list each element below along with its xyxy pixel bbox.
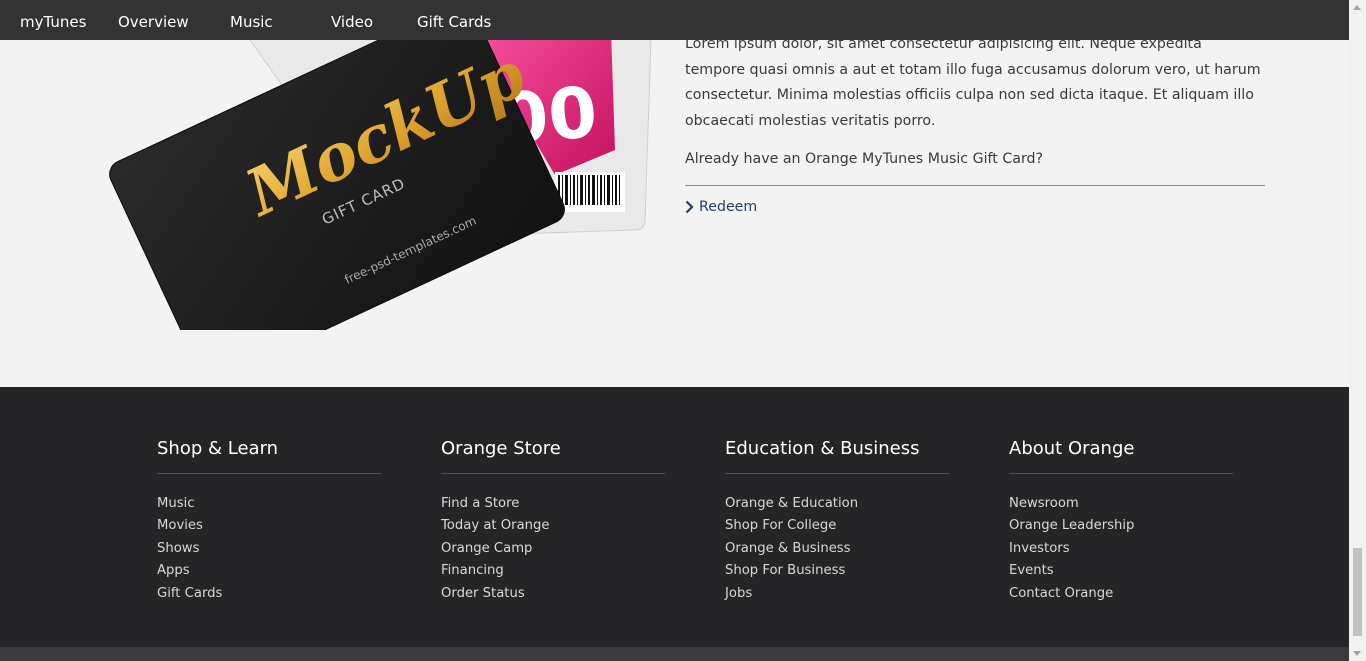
footer-link-orange-education[interactable]: Orange & Education bbox=[725, 493, 949, 515]
nav-brand-mytunes[interactable]: myTunes bbox=[20, 0, 86, 40]
footer-column-orange-store: Orange Store Find a Store Today at Orang… bbox=[441, 437, 665, 605]
footer-link-shows[interactable]: Shows bbox=[157, 538, 381, 560]
nav-item-gift-cards[interactable]: Gift Cards bbox=[417, 0, 491, 40]
footer-link-contact-orange[interactable]: Contact Orange bbox=[1009, 583, 1233, 605]
footer-link-financing[interactable]: Financing bbox=[441, 560, 665, 582]
footer-link-shop-for-college[interactable]: Shop For College bbox=[725, 515, 949, 537]
chevron-right-icon bbox=[685, 200, 694, 214]
scroll-down-icon[interactable] bbox=[1353, 651, 1361, 656]
footer-column-title: Shop & Learn bbox=[157, 438, 279, 459]
footer-column-about-orange: About Orange Newsroom Orange Leadership … bbox=[1009, 437, 1233, 605]
scrollbar-thumb[interactable] bbox=[1353, 548, 1362, 636]
nav-item-music[interactable]: Music bbox=[230, 0, 273, 40]
gift-card-info: Lorem ipsum dolor, sit amet consectetur … bbox=[685, 32, 1265, 215]
footer-link-orange-leadership[interactable]: Orange Leadership bbox=[1009, 515, 1233, 537]
gift-card-description: Lorem ipsum dolor, sit amet consectetur … bbox=[685, 36, 1261, 129]
footer-link-movies[interactable]: Movies bbox=[157, 515, 381, 537]
redeem-label: Redeem bbox=[699, 199, 758, 215]
footer-link-orange-camp[interactable]: Orange Camp bbox=[441, 538, 665, 560]
divider bbox=[157, 473, 381, 474]
footer-link-investors[interactable]: Investors bbox=[1009, 538, 1233, 560]
gift-card-question: Already have an Orange MyTunes Music Gif… bbox=[685, 151, 1044, 167]
footer-link-music[interactable]: Music bbox=[157, 493, 381, 515]
footer-column-education-business: Education & Business Orange & Education … bbox=[725, 437, 949, 605]
site-footer: Shop & Learn Music Movies Shows Apps Gif… bbox=[0, 387, 1349, 647]
footer-link-gift-cards[interactable]: Gift Cards bbox=[157, 583, 381, 605]
page-scrollbar[interactable] bbox=[1349, 0, 1366, 661]
footer-bottom-bar bbox=[0, 647, 1349, 661]
footer-column-title: Orange Store bbox=[441, 438, 561, 459]
footer-link-jobs[interactable]: Jobs bbox=[725, 583, 949, 605]
redeem-link[interactable]: Redeem bbox=[685, 199, 1265, 215]
divider bbox=[725, 473, 949, 474]
footer-link-orange-business[interactable]: Orange & Business bbox=[725, 538, 949, 560]
barcode bbox=[555, 172, 625, 212]
footer-link-today-at-orange[interactable]: Today at Orange bbox=[441, 515, 665, 537]
divider bbox=[441, 473, 665, 474]
footer-link-apps[interactable]: Apps bbox=[157, 560, 381, 582]
footer-column-shop-learn: Shop & Learn Music Movies Shows Apps Gif… bbox=[157, 437, 381, 605]
footer-column-title: About Orange bbox=[1009, 438, 1135, 459]
gift-card-image: 00 MockUp GIFT CARD free-psd-templates.c… bbox=[109, 0, 653, 330]
footer-link-find-a-store[interactable]: Find a Store bbox=[441, 493, 665, 515]
footer-link-events[interactable]: Events bbox=[1009, 560, 1233, 582]
scroll-up-icon[interactable] bbox=[1353, 5, 1361, 10]
footer-link-shop-for-business[interactable]: Shop For Business bbox=[725, 560, 949, 582]
nav-item-video[interactable]: Video bbox=[331, 0, 373, 40]
nav-item-overview[interactable]: Overview bbox=[118, 0, 189, 40]
top-nav: myTunes Overview Music Video Gift Cards bbox=[0, 0, 1349, 40]
gift-card-hero: 00 MockUp GIFT CARD free-psd-templates.c… bbox=[0, 0, 1349, 387]
divider bbox=[685, 185, 1265, 186]
divider bbox=[1009, 473, 1233, 474]
footer-link-newsroom[interactable]: Newsroom bbox=[1009, 493, 1233, 515]
footer-link-order-status[interactable]: Order Status bbox=[441, 583, 665, 605]
footer-column-title: Education & Business bbox=[725, 438, 920, 459]
